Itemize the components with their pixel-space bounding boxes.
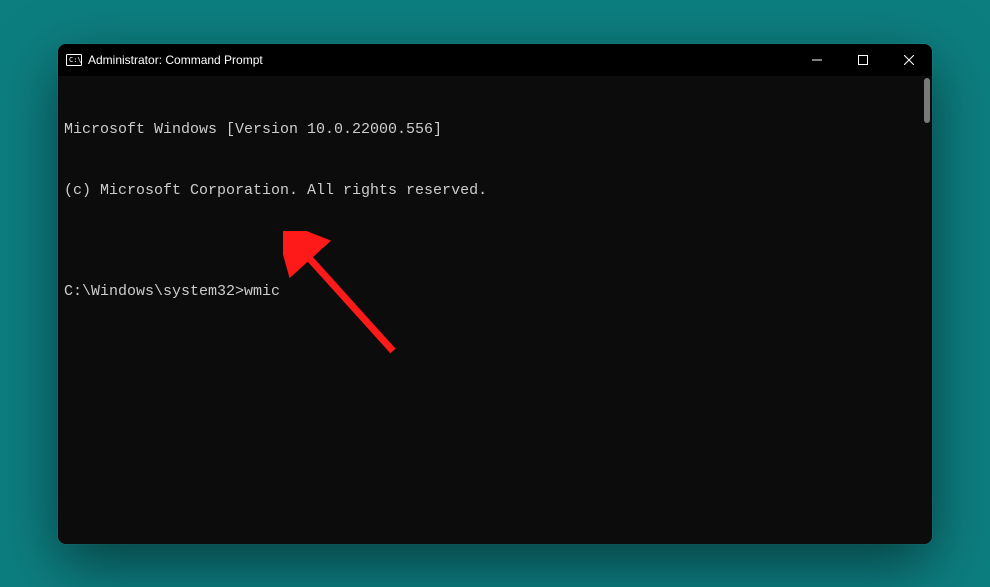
titlebar[interactable]: C:\ Administrator: Command Prompt	[58, 44, 932, 76]
terminal-prompt-line: C:\Windows\system32>wmic	[64, 282, 926, 302]
minimize-button[interactable]	[794, 44, 840, 76]
maximize-button[interactable]	[840, 44, 886, 76]
command-prompt-window: C:\ Administrator: Command Prompt Micros…	[58, 44, 932, 544]
typed-command: wmic	[244, 283, 280, 300]
terminal-line-copyright: (c) Microsoft Corporation. All rights re…	[64, 181, 926, 201]
terminal-line-version: Microsoft Windows [Version 10.0.22000.55…	[64, 120, 926, 140]
app-icon: C:\	[66, 52, 82, 68]
window-title: Administrator: Command Prompt	[88, 53, 794, 67]
terminal-output[interactable]: Microsoft Windows [Version 10.0.22000.55…	[58, 76, 932, 544]
prompt-path: C:\Windows\system32>	[64, 283, 244, 300]
window-controls	[794, 44, 932, 76]
svg-text:C:\: C:\	[69, 56, 82, 64]
scrollbar-thumb[interactable]	[924, 78, 930, 123]
close-button[interactable]	[886, 44, 932, 76]
